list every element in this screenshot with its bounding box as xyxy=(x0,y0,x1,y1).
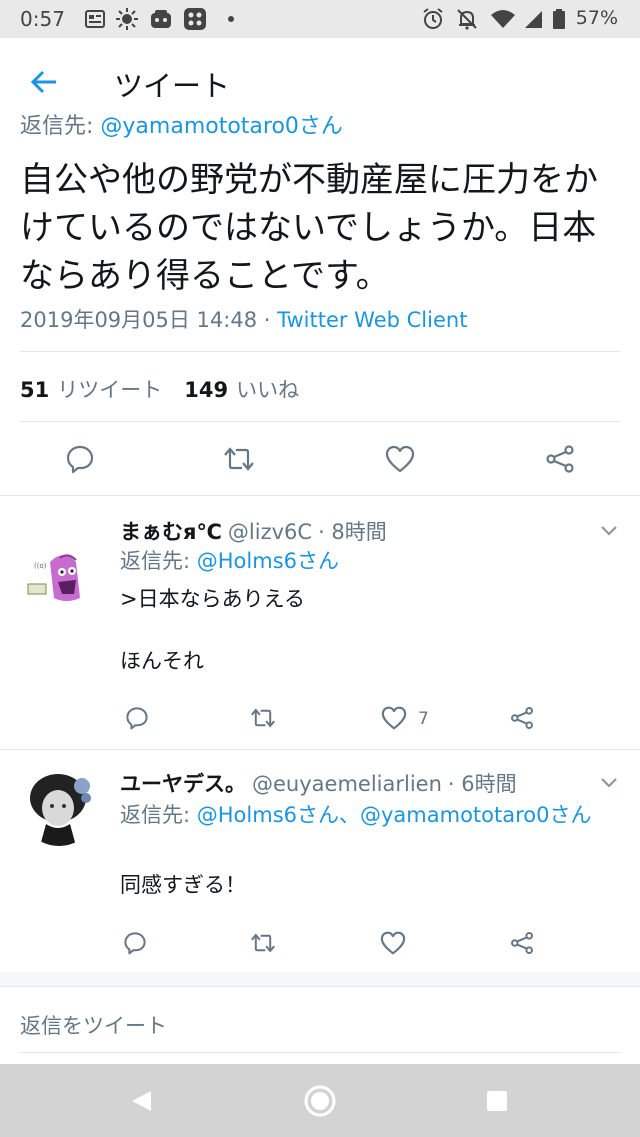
retweets-label: リツイート xyxy=(57,378,163,402)
reply-to-line: 返信先: @yamamototaro0さん xyxy=(20,114,620,144)
more-options-button[interactable] xyxy=(598,520,620,542)
reply-button[interactable] xyxy=(63,442,97,476)
reply-to-prefix: 返信先: xyxy=(120,549,197,573)
likes-label: いいね xyxy=(236,378,300,402)
wifi-icon xyxy=(490,8,516,30)
battery-percent: 57% xyxy=(575,7,618,29)
share-icon xyxy=(510,932,533,954)
heart-icon xyxy=(381,706,407,730)
divider xyxy=(20,1052,620,1053)
heart-icon xyxy=(385,445,415,473)
retweet-icon xyxy=(251,708,275,728)
back-button[interactable] xyxy=(24,62,64,102)
user-handle[interactable]: @euyaemeliarlien xyxy=(252,772,442,796)
heart-icon xyxy=(380,931,406,955)
nav-recents-button[interactable] xyxy=(480,1084,514,1118)
divider xyxy=(20,421,620,422)
share-button[interactable] xyxy=(505,926,539,960)
retweets-count: 51 xyxy=(20,378,50,402)
signal-icon xyxy=(522,8,544,30)
retweet-icon xyxy=(224,447,254,471)
sun-icon xyxy=(116,8,138,30)
reply-button[interactable] xyxy=(120,701,154,735)
page-title: ツイート xyxy=(114,69,231,103)
share-button[interactable] xyxy=(505,701,539,735)
like-button[interactable] xyxy=(383,442,417,476)
user-handle[interactable]: @lizv6C xyxy=(228,520,312,544)
circle-home-icon xyxy=(304,1085,336,1117)
avatar[interactable]: ((o) xyxy=(20,538,98,616)
divider xyxy=(20,351,620,352)
like-count: 7 xyxy=(418,709,429,729)
retweet-button[interactable] xyxy=(246,926,280,960)
game-icon xyxy=(150,8,172,30)
status-bar: 0:57 57% xyxy=(0,0,640,38)
reply-icon xyxy=(124,932,146,955)
reply-to-line: 返信先: @Holms6さん xyxy=(120,546,625,576)
retweets-stat[interactable]: 51 リツイート xyxy=(20,378,162,402)
compose-placeholder[interactable]: 返信をツイート xyxy=(20,1010,167,1040)
reply-to-prefix: 返信先: xyxy=(120,803,197,827)
chevron-down-icon xyxy=(601,526,617,536)
display-name[interactable]: まぁむя℃ xyxy=(120,520,222,544)
notifications-off-icon xyxy=(456,8,478,30)
avatar[interactable] xyxy=(20,768,98,846)
reply-text: 同感すぎる！ xyxy=(120,873,246,897)
more-options-button[interactable] xyxy=(598,772,620,794)
retweet-button[interactable] xyxy=(246,701,280,735)
meta-separator: · xyxy=(257,308,278,332)
likes-count: 149 xyxy=(184,378,229,402)
tweet-text: 自公や他の野党が不動産屋に圧力をかけているのではないでしょうか。日本ならあり得る… xyxy=(20,160,598,296)
share-button[interactable] xyxy=(543,442,577,476)
section-separator xyxy=(0,972,640,986)
like-button[interactable] xyxy=(377,701,411,735)
reply-compose[interactable]: 返信をツイート xyxy=(0,988,640,1054)
retweet-icon xyxy=(251,933,275,953)
nav-back-button[interactable] xyxy=(124,1084,158,1118)
divider xyxy=(0,986,640,987)
triangle-back-icon xyxy=(132,1091,151,1111)
reply-to-link[interactable]: @Holms6さん xyxy=(197,549,339,573)
reply-time: · 6時間 xyxy=(447,772,517,796)
reply-tweet: ユーヤデス。 @euyaemeliarlien · 6時間 返信先: @Holms6… xyxy=(0,750,640,972)
news-icon xyxy=(84,8,106,30)
reply-time: · 8時間 xyxy=(318,520,387,544)
reply-icon xyxy=(66,445,94,474)
reply-header: まぁむя℃ @lizv6C · 8時間 xyxy=(120,516,387,546)
square-recents-icon xyxy=(487,1091,507,1111)
reply-button[interactable] xyxy=(118,926,152,960)
navigation-bar xyxy=(0,1064,640,1137)
retweet-button[interactable] xyxy=(222,442,256,476)
battery-icon xyxy=(552,8,566,30)
display-name[interactable]: ユーヤデス。 xyxy=(120,772,246,796)
reply-to-prefix: 返信先: xyxy=(20,114,101,139)
app-bar: ツイート xyxy=(0,38,640,124)
alarm-icon xyxy=(422,8,444,30)
svg-text:((o): ((o) xyxy=(34,562,47,570)
reply-header: ユーヤデス。 @euyaemeliarlien · 6時間 xyxy=(120,768,517,798)
like-button[interactable] xyxy=(376,926,410,960)
status-time: 0:57 xyxy=(20,7,65,31)
nav-home-button[interactable] xyxy=(303,1084,337,1118)
tweet-date: 2019年09月05日 14:48 xyxy=(20,308,258,332)
tweet-meta: 2019年09月05日 14:48 · Twitter Web Client xyxy=(20,304,467,334)
tweet-client-link[interactable]: Twitter Web Client xyxy=(277,308,467,332)
arrow-left-icon xyxy=(30,70,56,94)
app-grid-icon xyxy=(184,8,206,30)
reply-icon xyxy=(126,707,148,730)
reply-to-link[interactable]: @Holms6さん、@yamamototaro0さん xyxy=(197,803,592,827)
likes-stat[interactable]: 149 いいね xyxy=(184,378,299,402)
reply-to-line: 返信先: @Holms6さん、@yamamototaro0さん xyxy=(120,800,625,830)
dot-icon xyxy=(220,8,242,30)
share-icon xyxy=(510,707,533,729)
reply-text: >日本ならありえる ほんそれ xyxy=(120,587,305,673)
share-icon xyxy=(546,445,574,473)
reply-to-link[interactable]: @yamamototaro0さん xyxy=(100,114,343,139)
reply-tweet: ((o) まぁむя℃ @lizv6C · 8時間 返信先: @Holms6さん >日… xyxy=(0,496,640,748)
engagement-counts: 51 リツイート 149 いいね xyxy=(20,374,299,404)
chevron-down-icon xyxy=(601,778,617,788)
